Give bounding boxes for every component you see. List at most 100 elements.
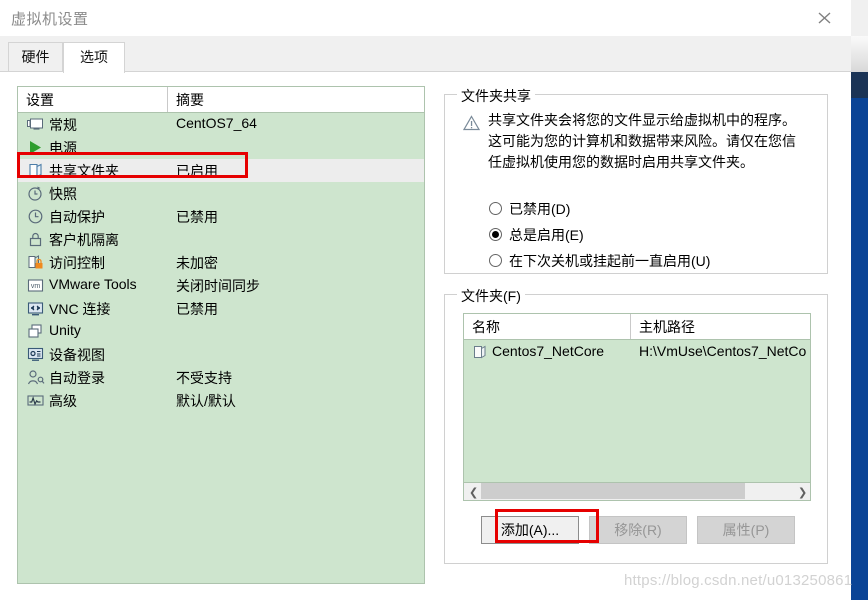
device-view-icon [26, 345, 45, 364]
settings-row-summary: 不受支持 [176, 370, 232, 386]
radio-until-shutdown-label: 在下次关机或挂起前一直启用(U) [509, 253, 711, 269]
warning-icon [463, 115, 480, 131]
settings-row-6[interactable]: 客户机隔离 [18, 228, 424, 251]
background-window-strip [851, 72, 868, 600]
settings-row-summary: 已启用 [176, 163, 218, 179]
unity-icon [28, 324, 42, 338]
settings-row-8[interactable]: vm VMware Tools 关闭时间同步 [18, 274, 424, 297]
vmware-tools-icon: vm [27, 279, 44, 292]
tab-hardware[interactable]: 硬件 [8, 42, 63, 72]
chevron-right-icon: ❯ [798, 487, 808, 499]
settings-row-label: 自动保护 [49, 209, 105, 225]
settings-row-label: 高级 [49, 393, 77, 409]
device-view-icon [27, 347, 44, 361]
auto-login-icon [26, 368, 45, 387]
settings-row-13[interactable]: 高级 默认/默认 [18, 389, 424, 412]
tab-strip: 硬件 选项 [0, 36, 851, 73]
advanced-icon [27, 395, 44, 406]
background-window-titlebar [851, 72, 868, 98]
advanced-icon [26, 391, 45, 410]
radio-disabled-dot [489, 202, 502, 215]
folders-horizontal-scrollbar[interactable]: ❮ ❯ [463, 483, 811, 501]
scroll-left-button[interactable]: ❮ [464, 483, 481, 499]
play-icon [26, 138, 45, 157]
radio-until-shutdown-dot [489, 254, 502, 267]
settings-list[interactable]: 设置 摘要 常规 CentOS7_64 电源 共享文件夹 已启用 快照 自动保护 已禁用 客户机… [17, 86, 425, 584]
autoprotect-icon [28, 209, 43, 224]
access-control-icon [28, 255, 43, 269]
shared-folder-icon [26, 161, 45, 180]
remove-folder-button: 移除(R) [589, 516, 687, 544]
settings-row-summary: 未加密 [176, 255, 218, 271]
settings-row-summary: 已禁用 [176, 209, 218, 225]
folders-table-header: 名称 主机路径 [464, 314, 810, 340]
header-divider [167, 87, 168, 112]
page-title: 虚拟机设置 [11, 11, 89, 28]
folder-name: Centos7_NetCore [492, 343, 605, 359]
chevron-left-icon: ❮ [469, 487, 479, 499]
unity-icon [26, 322, 45, 341]
monitor-icon [27, 118, 43, 130]
settings-row-label: VMware Tools [49, 276, 137, 292]
settings-row-4[interactable]: 快照 [18, 182, 424, 205]
settings-list-header: 设置 摘要 [18, 87, 424, 113]
column-header-summary: 摘要 [176, 92, 204, 108]
settings-row-summary: 默认/默认 [176, 393, 236, 409]
radio-always-enabled-label: 总是启用(E) [509, 227, 584, 243]
column-header-host-path: 主机路径 [639, 319, 695, 335]
shared-folder-icon [29, 163, 42, 178]
folders-group: 文件夹(F) 名称 主机路径 Centos7_NetCore H:\VmUse\… [444, 286, 828, 564]
table-row[interactable]: Centos7_NetCore H:\VmUse\Centos7_NetCo [464, 340, 810, 364]
settings-row-11[interactable]: 设备视图 [18, 343, 424, 366]
folder-sharing-warning-text: 共享文件夹会将您的文件显示给虚拟机中的程序。这可能为您的计算机和数据带来风险。请… [488, 112, 796, 170]
scroll-right-button[interactable]: ❯ [793, 483, 810, 499]
settings-row-7[interactable]: 访问控制 未加密 [18, 251, 424, 274]
autoprotect-icon [26, 207, 45, 226]
settings-row-1[interactable]: 常规 CentOS7_64 [18, 113, 424, 136]
settings-row-label: 快照 [49, 186, 77, 202]
settings-row-label: 设备视图 [49, 347, 105, 363]
column-header-setting: 设置 [26, 92, 54, 108]
settings-row-label: 自动登录 [49, 370, 105, 386]
close-button[interactable] [800, 0, 851, 36]
svg-text:vm: vm [31, 283, 41, 290]
radio-disabled-label: 已禁用(D) [509, 201, 571, 217]
snapshot-icon [26, 184, 45, 203]
background-window-top [851, 36, 868, 72]
settings-row-2[interactable]: 电源 [18, 136, 424, 159]
folder-icon [474, 345, 486, 359]
title-bar: 虚拟机设置 [0, 0, 851, 36]
scrollbar-thumb[interactable] [481, 483, 745, 499]
snapshot-icon [28, 186, 42, 201]
auto-login-icon [27, 370, 45, 385]
lock-icon [29, 232, 42, 247]
folders-legend: 文件夹(F) [457, 286, 525, 306]
settings-row-5[interactable]: 自动保护 已禁用 [18, 205, 424, 228]
monitor-icon [26, 115, 45, 134]
settings-row-10[interactable]: Unity [18, 320, 424, 343]
folders-header-divider [630, 314, 631, 339]
settings-row-summary: 关闭时间同步 [176, 278, 260, 294]
settings-row-3[interactable]: 共享文件夹 已启用 [18, 159, 424, 182]
settings-row-label: 客户机隔离 [49, 232, 119, 248]
settings-row-9[interactable]: VNC 连接 已禁用 [18, 297, 424, 320]
tab-options[interactable]: 选项 [63, 42, 125, 73]
vnc-icon [26, 299, 45, 318]
settings-row-label: 电源 [49, 140, 77, 156]
settings-row-summary: CentOS7_64 [176, 115, 257, 131]
folder-properties-button: 属性(P) [697, 516, 795, 544]
add-folder-button[interactable]: 添加(A)... [481, 516, 579, 544]
access-control-icon [26, 253, 45, 272]
settings-row-label: VNC 连接 [49, 301, 111, 317]
vnc-icon [27, 302, 44, 316]
folders-table[interactable]: 名称 主机路径 Centos7_NetCore H:\VmUse\Centos7… [463, 313, 811, 483]
settings-row-12[interactable]: 自动登录 不受支持 [18, 366, 424, 389]
play-icon [30, 141, 41, 154]
settings-row-label: 常规 [49, 117, 77, 133]
settings-rows: 常规 CentOS7_64 电源 共享文件夹 已启用 快照 自动保护 已禁用 客户机隔离 访问控制… [18, 113, 424, 412]
close-icon [818, 12, 831, 24]
settings-row-summary: 已禁用 [176, 301, 218, 317]
column-header-name: 名称 [472, 319, 500, 335]
settings-row-label: 共享文件夹 [49, 163, 119, 179]
screen: 虚拟机设置 硬件 选项 设置 摘要 常规 CentOS7_64 电源共享文件夹 已启用 [0, 0, 868, 600]
